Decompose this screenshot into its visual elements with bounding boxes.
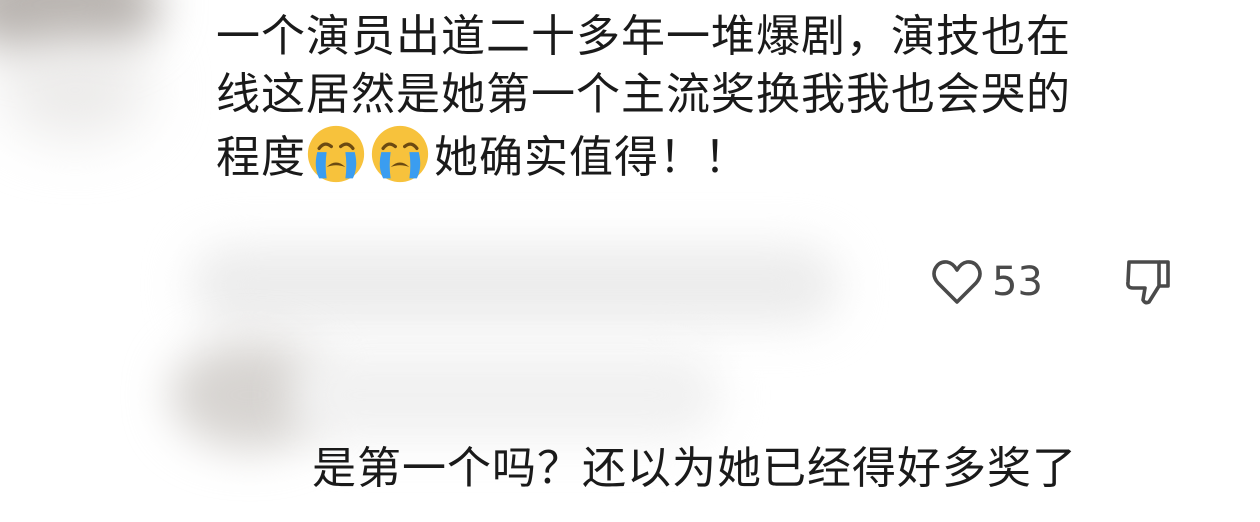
comment-line-1: 一个演员出道二十多年一堆爆剧，演技也在 <box>216 11 1071 62</box>
crying-face-emoji <box>371 125 429 183</box>
comment-line-3-suffix: 她确实值得！！ <box>434 132 749 183</box>
thumbs-down-outline-icon <box>1125 260 1170 305</box>
comment-body: 一个演员出道二十多年一堆爆剧，演技也在 线这居然是她第一个主流奖换我我也会哭的 … <box>216 8 1216 187</box>
heart-outline-icon <box>932 260 982 304</box>
reply-body: 是第一个吗？还以为她已经得好多奖了 <box>312 443 1077 494</box>
comment-line-3-prefix: 程度 <box>216 132 306 183</box>
reply-header-blurred <box>290 350 720 440</box>
comment-line-2: 线这居然是她第一个主流奖换我我也会哭的 <box>216 69 1071 120</box>
commenter-avatar-shadow <box>0 40 150 140</box>
like-count: 53 <box>992 259 1043 305</box>
like-button[interactable]: 53 <box>930 257 1043 307</box>
dislike-button[interactable] <box>1123 256 1173 308</box>
comment-line-3: 程度 她确实值得！！ <box>216 124 1216 187</box>
reply-username-blurred <box>190 245 840 325</box>
comment-thread: 一个演员出道二十多年一堆爆剧，演技也在 线这居然是她第一个主流奖换我我也会哭的 … <box>0 0 1260 522</box>
comment-actions: 53 <box>930 252 1173 312</box>
crying-face-emoji <box>307 125 365 183</box>
